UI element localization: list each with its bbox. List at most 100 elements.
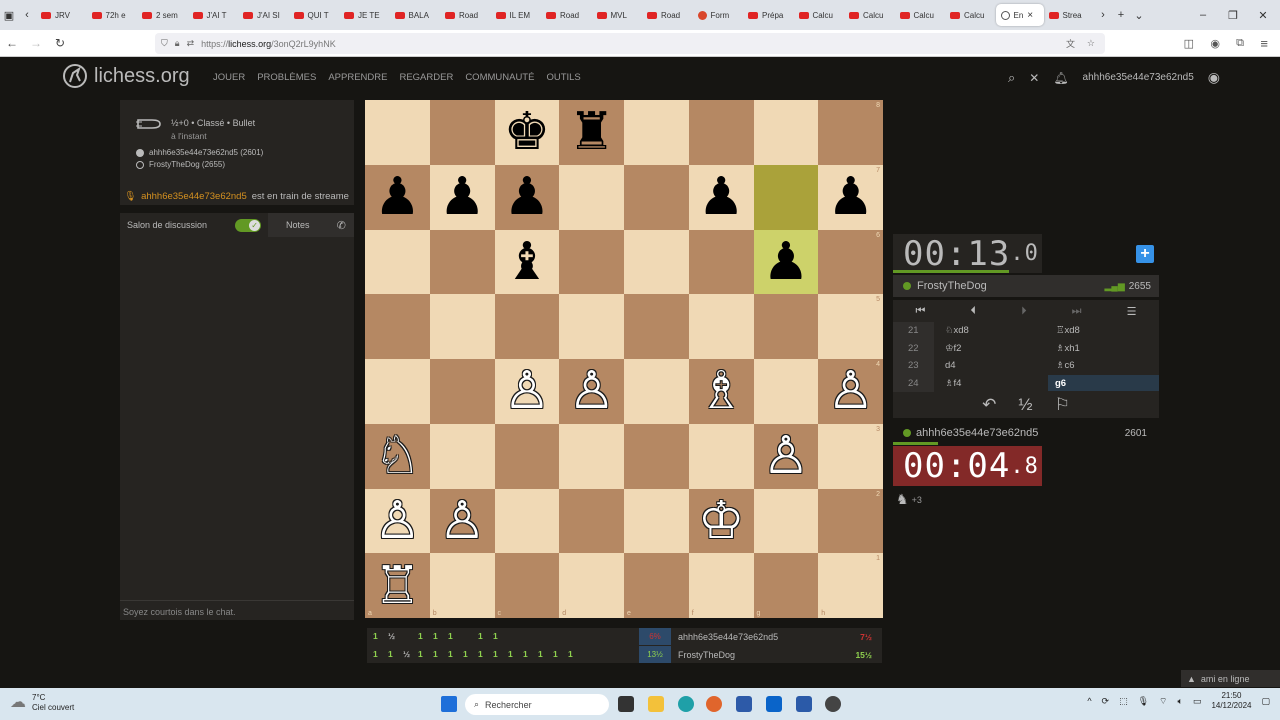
new-tab-icon[interactable]: + [1112,9,1130,21]
browser-tab[interactable]: Road [642,4,693,26]
firefox-icon[interactable] [706,696,722,712]
square-c7[interactable]: ♟ [494,164,560,230]
word-icon[interactable] [796,696,812,712]
square-f2[interactable]: ♔ [688,488,754,554]
square-b1[interactable]: b [429,553,495,618]
square-h3[interactable]: 3 [818,423,883,489]
square-e3[interactable] [624,423,689,489]
white-move[interactable]: ♗f4 [945,378,961,389]
minimize-icon[interactable]: – [1194,9,1212,21]
square-b6[interactable] [429,229,495,295]
nav-item[interactable]: OUTILS [546,72,580,83]
square-c6[interactable]: ♝ [494,229,560,295]
browser-tab[interactable]: Calcu [945,4,996,26]
tab-active[interactable]: En × [995,4,1044,26]
opponent-name[interactable]: FrostyTheDog [917,280,987,292]
square-d3[interactable] [559,423,624,489]
browser-tab[interactable]: MVL [592,4,643,26]
square-g4[interactable] [753,359,819,424]
square-g8[interactable] [753,100,819,165]
add-time-button[interactable]: + [1136,245,1154,263]
piece[interactable]: ♟ [439,171,486,223]
browser-tab[interactable]: 2 sem [137,4,188,26]
nav-item[interactable]: PROBLÈMES [257,72,316,83]
phone-icon[interactable]: ✆ [337,219,346,232]
store-icon[interactable] [736,696,752,712]
streamer-link[interactable]: ahhh6e35e44e73e62nd5 [141,191,247,202]
square-a6[interactable] [365,229,430,295]
bookmark-star-icon[interactable]: ☆ [1087,38,1095,49]
crosstable-cell[interactable]: ½ [388,631,395,641]
crosstable-cell[interactable]: 1 [568,649,573,659]
crosstable-cell[interactable]: 1 [463,649,468,659]
browser-tab[interactable]: 72h e [87,4,138,26]
browser-tab[interactable]: JE TE [339,4,390,26]
square-c2[interactable] [494,488,560,554]
pocket-icon[interactable]: ◫ [1184,37,1194,50]
crosstable-cell[interactable]: 1 [448,631,453,641]
tray-clock[interactable]: 21:50 14/12/2024 [1211,691,1251,712]
square-g5[interactable] [753,294,819,359]
crosstable-cell[interactable]: 1 [418,631,423,641]
tab-scroll-right-icon[interactable]: › [1094,9,1112,21]
draw-offer-icon[interactable]: ½ [1018,395,1032,415]
address-bar[interactable]: ⛉ 🔒︎ ⇄ https://lichess.org/3onQ2rL9yhNK … [155,33,1105,54]
file-explorer-icon[interactable] [648,696,664,712]
friends-online[interactable]: ▲ ami en ligne [1181,670,1280,687]
menu-icon[interactable]: ≡ [1260,36,1268,51]
square-h6[interactable]: 6 [818,229,883,295]
square-g7[interactable] [753,164,819,230]
square-g6[interactable]: ♟ [753,229,819,295]
nav-item[interactable]: COMMUNAUTÉ [465,72,534,83]
square-c4[interactable]: ♙ [494,359,560,424]
square-h8[interactable]: 8 [818,100,883,165]
windows-start-icon[interactable] [441,696,457,712]
nav-item[interactable]: REGARDER [399,72,453,83]
browser-tab[interactable]: QUI T [289,4,340,26]
first-move-icon[interactable]: ⏮ [916,305,926,318]
crosstable-cell[interactable]: 1 [523,649,528,659]
square-b8[interactable] [429,100,495,165]
white-move[interactable]: ♘xd8 [945,325,969,336]
black-player[interactable]: FrostyTheDog (2655) [136,160,225,169]
forward-icon[interactable]: → [24,36,48,50]
search-icon[interactable]: ⌕ [1008,70,1015,86]
chat-toggle[interactable]: ✓ [235,218,262,232]
battery-icon[interactable]: ▭ [1193,696,1202,707]
resign-flag-icon[interactable]: ⚐ [1055,395,1070,415]
crosstable-player[interactable]: ahhh6e35e44e73e62nd5 [678,632,778,642]
mic-icon[interactable]: 🎙︎ [1138,696,1149,707]
browser-tab[interactable]: IL EM [491,4,542,26]
edge-icon[interactable] [678,696,694,712]
piece[interactable]: ♚ [504,106,551,158]
square-h7[interactable]: ♟ 7 [818,164,883,230]
square-a4[interactable] [365,359,430,424]
taskbar-search[interactable]: ⌕ Rechercher [465,694,609,715]
extensions-icon[interactable]: ⧉ [1236,37,1244,50]
square-a7[interactable]: ♟ [365,164,430,230]
bell-icon[interactable]: 🔔︎ [1053,71,1068,85]
square-f1[interactable]: f [688,553,754,618]
square-e2[interactable] [624,488,689,554]
nav-item[interactable]: JOUER [213,72,245,83]
tab-notes[interactable]: Notes [268,213,310,237]
square-e4[interactable] [624,359,689,424]
user-avatar-icon[interactable]: ◉ [1208,69,1220,86]
square-g1[interactable]: g [753,553,819,618]
square-d5[interactable] [559,294,624,359]
reload-icon[interactable]: ↻ [48,36,72,50]
square-e1[interactable]: e [624,553,689,618]
crossed-swords-icon[interactable]: ✕ [1029,71,1039,85]
square-f3[interactable] [688,423,754,489]
piece[interactable]: ♙ [763,430,810,482]
black-move[interactable]: ♖xd8 [1056,325,1080,336]
square-c3[interactable] [494,423,560,489]
crosstable-cell[interactable]: 1 [433,631,438,641]
crosstable-cell[interactable]: 1 [448,649,453,659]
close-window-icon[interactable]: ✕ [1254,9,1272,22]
browser-tab[interactable]: BALA [390,4,441,26]
square-c1[interactable]: c [494,553,560,618]
square-d8[interactable]: ♜ [559,100,624,165]
square-h2[interactable]: 2 [818,488,883,554]
crosstable-cell[interactable]: 1 [373,631,378,641]
